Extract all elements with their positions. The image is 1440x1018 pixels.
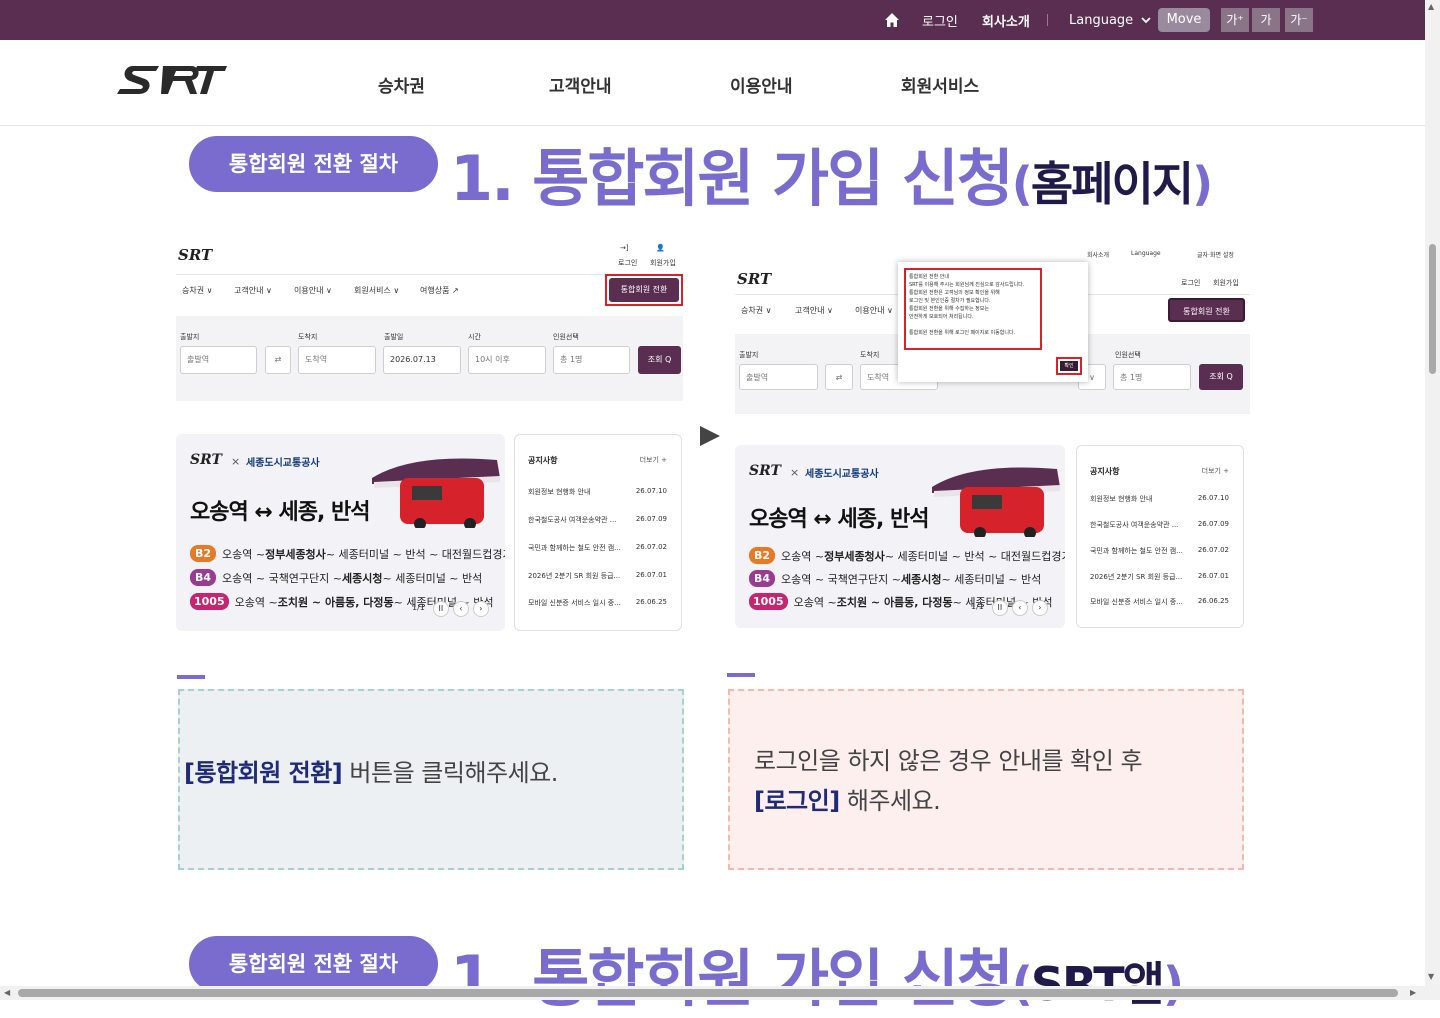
language-label: Language — [1069, 12, 1134, 28]
banner-title: 오송역 ↔ 세종, 반석 — [190, 500, 370, 525]
promo-banner-right: SRT × 세종도시교통공사 오송역 ↔ 세종, 반석 B2 오송역 ~ 정부세종… — [735, 445, 1065, 628]
play-arrow-icon — [700, 426, 720, 446]
scroll-up-arrow-icon[interactable]: ▲ — [1428, 2, 1434, 11]
font-size-decrease-button[interactable]: 가⁻ — [1285, 8, 1313, 32]
partner-name: 세종도시교통공사 — [246, 458, 320, 469]
banner-pager: 1/1 II ‹ › — [408, 601, 489, 617]
instruction-highlight: [로그인] — [754, 787, 840, 815]
section-title-main: 1. 통합회원 가입 신청 — [450, 942, 1014, 1015]
banner-title: 오송역 ↔ 세종, 반석 — [749, 507, 929, 532]
section-title: 1. 통합회원 가입 신청(SRT앱) — [450, 942, 1184, 1015]
login-link[interactable]: 로그인 — [922, 0, 958, 40]
nav-usage-guide[interactable]: 이용안내 — [730, 72, 793, 97]
accent-mark — [727, 673, 755, 677]
vertical-scrollbar[interactable]: ▲ ▼ — [1425, 0, 1440, 1000]
convert-member-button-preview: 통합회원 전환 — [1168, 298, 1245, 322]
horizontal-scrollbar[interactable]: ◀ ▶ — [0, 986, 1425, 1000]
mini-srt-logo: SRT — [178, 246, 213, 264]
train-bus-illustration — [372, 458, 500, 528]
partner-name: 세종도시교통공사 — [805, 469, 879, 480]
notice-panel-left: 공지사항 더보기 + 회원정보 현행화 안내 26.07.10 한국철도공사 여객… — [514, 434, 682, 631]
notice-panel-right: 공지사항 더보기 + 회원정보 현행화 안내 26.07.10 한국철도공사 여객… — [1076, 445, 1244, 628]
login-notice-popup: 통합회원 전환 안내 SRT를 이용해 주시는 회원님께 진심으로 감사드립니다… — [898, 262, 1088, 382]
search-panel-preview: 출발지 도착지 출발일 시간 인원선택 출발역 ⇄ 도착역 2026.07.13… — [176, 316, 683, 401]
company-link[interactable]: 회사소개 — [982, 0, 1030, 40]
train-bus-illustration — [932, 467, 1060, 537]
popup-message: 통합회원 전환 안내 SRT를 이용해 주시는 회원님께 진심으로 감사드립니다… — [904, 268, 1042, 350]
language-select[interactable]: Language — [1069, 0, 1151, 40]
home-icon[interactable] — [884, 12, 900, 28]
nav-tickets[interactable]: 승차권 — [378, 72, 425, 97]
section-title-sub: 홈페이지 — [1030, 157, 1194, 211]
section-title-sub: SRT앱 — [1030, 957, 1165, 1011]
scroll-left-arrow-icon[interactable]: ◀ — [4, 988, 10, 997]
horizontal-scroll-thumb[interactable] — [18, 989, 1398, 997]
scroll-right-arrow-icon[interactable]: ▶ — [1410, 988, 1416, 997]
step-badge: 통합회원 전환 절차 — [189, 136, 438, 192]
instruction-card-left: [통합회원 전환] 버튼을 클릭해주세요. — [178, 689, 684, 870]
section-title: 1. 통합회원 가입 신청(홈페이지) — [450, 142, 1213, 215]
homepage-screenshot-left: SRT →] 로그인 👤 회원가입 승차권 ∨ 고객안내 ∨ 이용안내 ∨ 회원… — [176, 238, 683, 401]
homepage-screenshot-right: 회사소개 Language 글자·화면 설정 SRT 로그인 회원가입 승차권 … — [735, 242, 1250, 414]
banner-pager: 1/1 II ‹ › — [967, 600, 1048, 616]
mini-srt-logo: SRT — [737, 270, 772, 288]
main-navigation: SRT 승차권 고객안내 이용안내 회원서비스 — [0, 40, 1425, 126]
font-size-increase-button[interactable]: 가⁺ — [1221, 8, 1249, 32]
step-badge: 통합회원 전환 절차 — [189, 936, 438, 992]
font-size-normal-button[interactable]: 가 — [1252, 8, 1280, 32]
popup-ok-button-preview: 확인 — [1056, 357, 1082, 375]
vertical-scroll-thumb[interactable] — [1429, 244, 1436, 374]
srt-logo[interactable]: SRT — [115, 62, 227, 98]
top-utility-bar: 로그인 회사소개 Language Move 가⁺ 가 가⁻ — [0, 0, 1440, 40]
promo-banner-left: SRT × 세종도시교통공사 오송역 ↔ 세종, 반석 B2 오송역 ~ 정부세종… — [176, 434, 505, 631]
accent-mark — [177, 675, 205, 679]
move-button[interactable]: Move — [1158, 8, 1210, 32]
scroll-down-arrow-icon[interactable]: ▼ — [1428, 972, 1434, 981]
nav-customer-guide[interactable]: 고객안내 — [549, 72, 612, 97]
instruction-highlight: [통합회원 전환] — [184, 759, 343, 787]
instruction-card-right: 로그인을 하지 않은 경우 안내를 확인 후 [로그인] 해주세요. — [728, 689, 1244, 870]
chevron-down-icon — [1141, 17, 1151, 24]
nav-member-service[interactable]: 회원서비스 — [901, 72, 979, 97]
convert-member-button-preview: 통합회원 전환 — [609, 278, 679, 302]
section-title-main: 1. 통합회원 가입 신청 — [450, 142, 1014, 215]
divider — [1047, 14, 1048, 26]
